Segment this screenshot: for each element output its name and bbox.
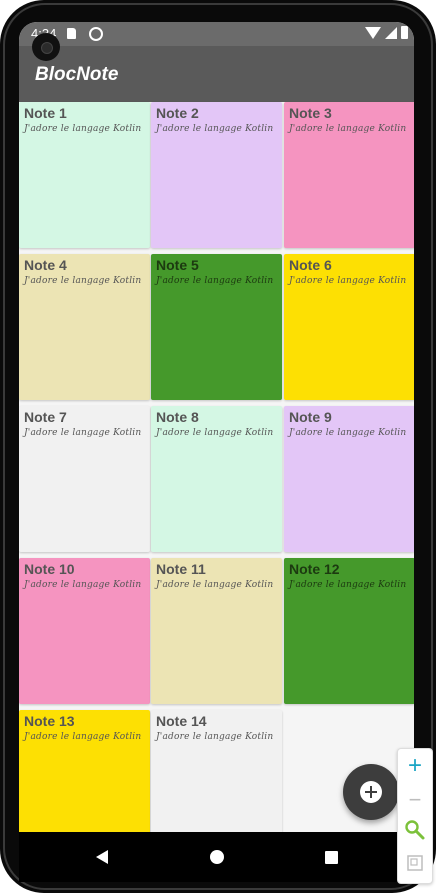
note-body: J'adore le langage Kotlin: [156, 276, 274, 286]
note-body: J'adore le langage Kotlin: [156, 732, 274, 742]
magnifier-icon[interactable]: [404, 819, 426, 841]
note-body: J'adore le langage Kotlin: [24, 732, 142, 742]
note-card[interactable]: Note 5 J'adore le langage Kotlin: [151, 254, 282, 400]
note-body: J'adore le langage Kotlin: [24, 276, 142, 286]
home-icon[interactable]: [210, 850, 224, 864]
zoom-out-button[interactable]: −: [398, 785, 432, 815]
sync-icon: [89, 27, 103, 41]
note-body: J'adore le langage Kotlin: [289, 276, 407, 286]
note-body: J'adore le langage Kotlin: [156, 124, 274, 134]
note-body: J'adore le langage Kotlin: [156, 428, 274, 438]
note-body: J'adore le langage Kotlin: [289, 580, 407, 590]
signal-icon: [385, 26, 397, 39]
sd-card-icon: [67, 28, 76, 39]
back-icon[interactable]: [96, 850, 108, 864]
note-card[interactable]: Note 9 J'adore le langage Kotlin: [284, 406, 414, 552]
note-title: Note 1: [24, 105, 67, 121]
note-title: Note 7: [24, 409, 67, 425]
battery-icon: [401, 26, 408, 39]
note-title: Note 11: [156, 561, 206, 577]
note-card[interactable]: Note 1 J'adore le langage Kotlin: [19, 102, 150, 248]
note-card[interactable]: Note 2 J'adore le langage Kotlin: [151, 102, 282, 248]
fit-screen-icon[interactable]: [407, 855, 423, 871]
note-card[interactable]: Note 6 J'adore le langage Kotlin: [284, 254, 414, 400]
note-title: Note 3: [289, 105, 332, 121]
zoom-controls: + −: [397, 748, 433, 884]
note-body: J'adore le langage Kotlin: [24, 580, 142, 590]
device-frame: 4:34 BlocNote Note 1 J'adore le langage K…: [0, 0, 436, 893]
note-title: Note 12: [289, 561, 340, 577]
note-title: Note 5: [156, 257, 199, 273]
note-title: Note 10: [24, 561, 75, 577]
note-card[interactable]: Note 8 J'adore le langage Kotlin: [151, 406, 282, 552]
app-title: BlocNote: [35, 64, 119, 85]
note-card[interactable]: Note 12 J'adore le langage Kotlin: [284, 558, 414, 704]
zoom-in-button[interactable]: +: [398, 751, 432, 781]
note-title: Note 4: [24, 257, 67, 273]
note-body: J'adore le langage Kotlin: [156, 580, 274, 590]
wifi-icon: [365, 26, 381, 39]
note-title: Note 14: [156, 713, 207, 729]
add-note-button[interactable]: [343, 764, 399, 820]
navigation-bar: [19, 832, 414, 882]
note-card[interactable]: Note 3 J'adore le langage Kotlin: [284, 102, 414, 248]
note-body: J'adore le langage Kotlin: [24, 428, 142, 438]
status-bar: 4:34: [19, 22, 414, 46]
screen: 4:34 BlocNote Note 1 J'adore le langage K…: [19, 22, 414, 882]
app-bar: BlocNote: [19, 46, 414, 102]
note-body: J'adore le langage Kotlin: [289, 428, 407, 438]
note-title: Note 8: [156, 409, 199, 425]
note-title: Note 13: [24, 713, 75, 729]
note-body: J'adore le langage Kotlin: [289, 124, 407, 134]
note-card[interactable]: Note 7 J'adore le langage Kotlin: [19, 406, 150, 552]
note-title: Note 2: [156, 105, 199, 121]
recents-icon[interactable]: [325, 851, 338, 864]
note-card[interactable]: Note 10 J'adore le langage Kotlin: [19, 558, 150, 704]
add-circle-icon: [360, 781, 382, 803]
note-card[interactable]: Note 4 J'adore le langage Kotlin: [19, 254, 150, 400]
note-card[interactable]: Note 11 J'adore le langage Kotlin: [151, 558, 282, 704]
camera-icon: [32, 33, 60, 61]
note-title: Note 9: [289, 409, 332, 425]
status-right-icons: [365, 26, 408, 39]
note-body: J'adore le langage Kotlin: [24, 124, 142, 134]
note-title: Note 6: [289, 257, 332, 273]
